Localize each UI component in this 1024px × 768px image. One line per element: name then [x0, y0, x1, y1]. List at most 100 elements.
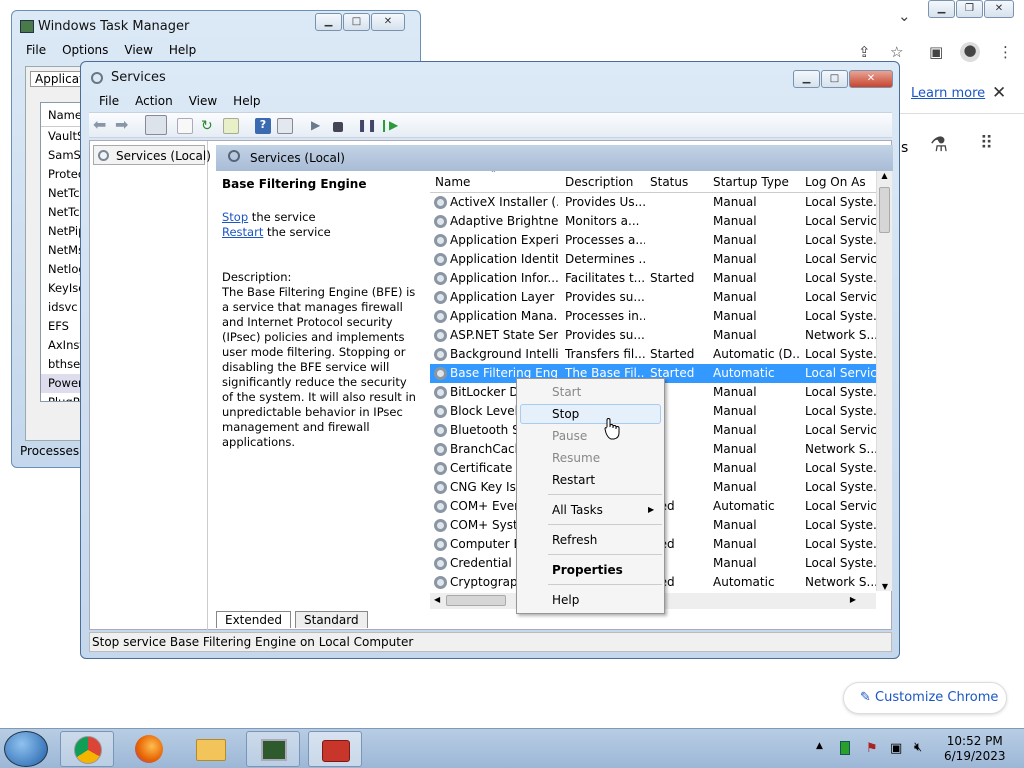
column-header-description[interactable]: Description: [565, 175, 633, 189]
scroll-thumb[interactable]: [879, 187, 890, 233]
column-header-name[interactable]: Name: [435, 175, 470, 189]
pause-service-icon[interactable]: ❚❚: [357, 118, 377, 134]
taskbar-chrome[interactable]: [60, 731, 114, 767]
scroll-thumb[interactable]: [446, 595, 506, 606]
customize-chrome-button[interactable]: ✎ Customize Chrome: [843, 682, 1007, 714]
column-header-status[interactable]: Status: [650, 175, 688, 189]
gear-icon: [434, 196, 447, 209]
share-icon[interactable]: ⇪: [858, 44, 871, 60]
network-indicator-icon[interactable]: [840, 741, 850, 755]
column-header-startup-type[interactable]: Startup Type: [713, 175, 789, 189]
menu-view[interactable]: View: [181, 94, 225, 108]
restart-service-link[interactable]: Restart: [222, 225, 263, 239]
tm-menu-options[interactable]: Options: [54, 43, 116, 57]
menu-item-all-tasks[interactable]: All Tasks: [552, 503, 603, 517]
minimize-button[interactable]: ▁: [793, 70, 820, 88]
cell-status: Started: [650, 271, 695, 285]
show-hide-icon[interactable]: [277, 118, 293, 134]
star-icon[interactable]: ☆: [890, 44, 903, 60]
menu-item-pause[interactable]: Pause: [552, 429, 587, 443]
menu-item-stop[interactable]: Stop: [552, 407, 579, 421]
help-icon[interactable]: ?: [255, 118, 271, 134]
table-row[interactable]: Application Mana... Processes in... Manual…: [430, 307, 879, 326]
chevron-down-icon[interactable]: ⌄: [898, 8, 911, 24]
scroll-down-icon[interactable]: ▼: [877, 582, 892, 591]
chrome-close-button[interactable]: ✕: [984, 0, 1014, 18]
action-center-icon[interactable]: ⚑: [866, 741, 878, 756]
cell-startup-type: Manual: [713, 385, 757, 399]
table-row[interactable]: Application Experi... Processes a... Manua…: [430, 231, 879, 250]
tm-menu-help[interactable]: Help: [161, 43, 204, 57]
clock[interactable]: 10:52 PM 6/19/2023: [944, 734, 1006, 764]
tab-extended[interactable]: Extended: [216, 611, 291, 628]
sidebar-icon[interactable]: ▣: [929, 44, 943, 60]
menu-separator: [548, 494, 662, 495]
table-row[interactable]: Application Layer ... Provides su... Manua…: [430, 288, 879, 307]
stop-service-icon[interactable]: [333, 122, 343, 132]
maximize-button[interactable]: □: [821, 70, 848, 88]
chrome-minimize-button[interactable]: ▁: [928, 0, 955, 18]
console-tree-icon[interactable]: [145, 115, 167, 135]
menu-action[interactable]: Action: [127, 94, 181, 108]
tm-menu-view[interactable]: View: [116, 43, 160, 57]
menu-help[interactable]: Help: [225, 94, 268, 108]
minimize-button[interactable]: ▁: [315, 13, 342, 31]
cell-log-on-as: Local Service: [805, 423, 879, 437]
scroll-up-icon[interactable]: ▲: [877, 171, 892, 180]
export-list-icon[interactable]: [223, 118, 239, 134]
gear-icon: [434, 443, 447, 456]
stop-service-link[interactable]: Stop: [222, 210, 248, 224]
close-button[interactable]: ✕: [849, 70, 893, 88]
profile-icon[interactable]: ●: [960, 42, 980, 62]
cell-startup-type: Manual: [713, 290, 757, 304]
refresh-icon[interactable]: ↻: [201, 118, 217, 134]
close-button[interactable]: ✕: [371, 13, 405, 31]
vertical-scrollbar[interactable]: ▲ ▼: [876, 171, 892, 591]
forward-arrow-icon[interactable]: ➡: [115, 115, 131, 134]
tm-menu-file[interactable]: File: [18, 43, 54, 57]
chrome-restore-button[interactable]: ❐: [956, 0, 983, 18]
flask-icon[interactable]: ⚗: [930, 134, 948, 154]
show-hidden-icons[interactable]: ▲: [816, 741, 823, 751]
table-row[interactable]: Background Intelli... Transfers fil... Sta…: [430, 345, 879, 364]
menu-item-start[interactable]: Start: [552, 385, 581, 399]
menu-item-resume[interactable]: Resume: [552, 451, 600, 465]
close-icon[interactable]: ✕: [992, 83, 1006, 103]
table-row[interactable]: Application Identity Determines ... Manual…: [430, 250, 879, 269]
properties-icon[interactable]: [177, 118, 193, 134]
scroll-left-icon[interactable]: ◀: [434, 595, 440, 604]
taskbar-task-manager[interactable]: [246, 731, 300, 767]
network-icon[interactable]: ▣: [890, 741, 902, 756]
back-arrow-icon[interactable]: ⬅: [93, 115, 109, 134]
taskbar-services[interactable]: [308, 731, 362, 767]
start-button[interactable]: [4, 731, 48, 767]
gear-icon: [434, 424, 447, 437]
learn-more-link[interactable]: Learn more: [911, 86, 985, 101]
table-row[interactable]: ActiveX Installer (... Provides Us... Manu…: [430, 193, 879, 212]
cell-description: Processes a...: [565, 233, 645, 247]
start-service-icon[interactable]: ▶: [311, 118, 327, 134]
taskbar-firefox[interactable]: [122, 731, 176, 767]
volume-muted-icon[interactable]: 🔇︎: [914, 740, 922, 755]
maximize-button[interactable]: □: [343, 13, 370, 31]
tab-standard[interactable]: Standard: [295, 611, 368, 628]
taskbar-explorer[interactable]: [184, 731, 238, 767]
apps-grid-icon[interactable]: ⠿: [980, 135, 993, 153]
menu-file[interactable]: File: [91, 94, 127, 108]
tree-item-services-local[interactable]: Services (Local): [93, 145, 211, 165]
table-row[interactable]: Adaptive Brightness Monitors a... Manual Lo…: [430, 212, 879, 231]
table-row[interactable]: Application Infor... Facilitates t... Star…: [430, 269, 879, 288]
cell-log-on-as: Local Syste...: [805, 233, 879, 247]
menu-item-refresh[interactable]: Refresh: [552, 533, 597, 547]
panel-title: Services (Local): [250, 151, 345, 165]
kebab-menu-icon[interactable]: ⋮: [998, 44, 1013, 60]
restart-service-icon[interactable]: ❙▶: [379, 118, 398, 134]
tab-applications[interactable]: Applications: [30, 71, 86, 87]
table-row[interactable]: ASP.NET State Ser... Provides su... Manual…: [430, 326, 878, 345]
cell-log-on-as: Local Syste...: [805, 271, 879, 285]
menu-item-properties[interactable]: Properties: [552, 563, 623, 577]
menu-item-restart[interactable]: Restart: [552, 473, 595, 487]
scroll-right-icon[interactable]: ▶: [850, 595, 856, 604]
menu-item-help[interactable]: Help: [552, 593, 579, 607]
column-header-log-on-as[interactable]: Log On As: [805, 175, 866, 189]
